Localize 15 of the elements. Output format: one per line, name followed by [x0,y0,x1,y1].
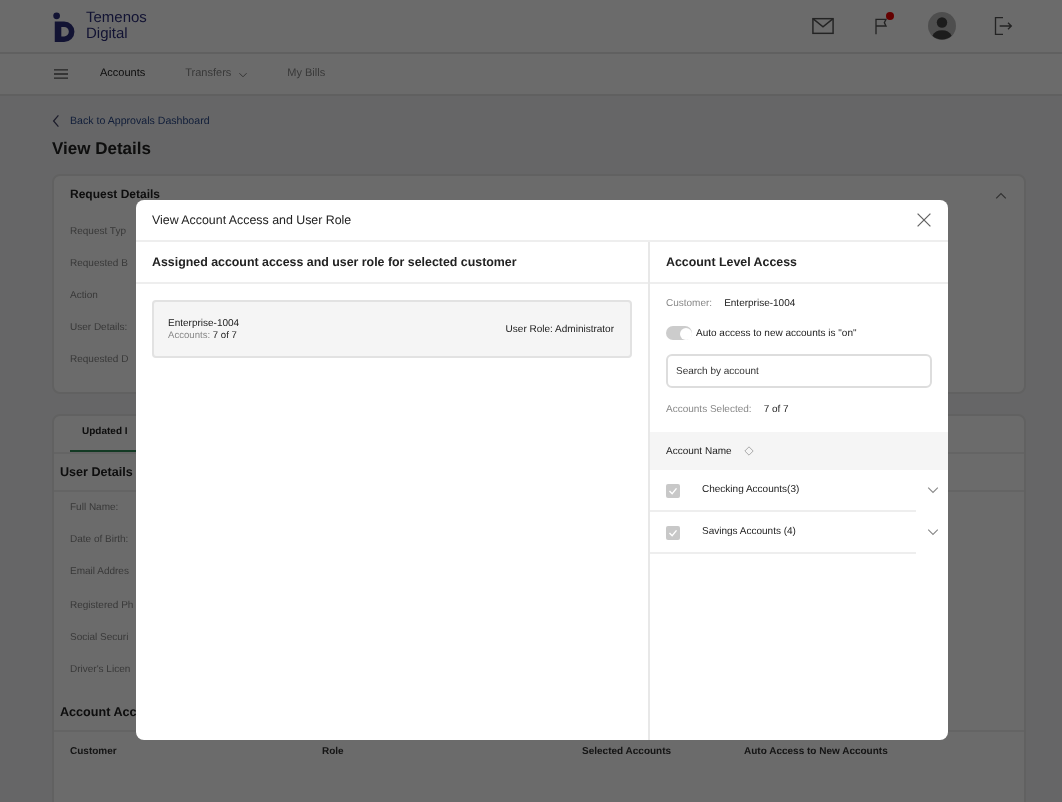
flag-icon[interactable] [870,16,892,36]
close-icon[interactable] [916,212,932,228]
chevron-down-icon[interactable] [926,528,940,536]
page-title: View Details [52,138,153,158]
mail-icon[interactable] [812,16,834,36]
chevron-up-icon[interactable] [994,192,1008,200]
logout-icon[interactable] [992,16,1014,36]
menu-icon[interactable] [54,68,68,80]
logo-icon [52,11,80,41]
sort-icon[interactable] [743,446,754,456]
checkbox[interactable] [666,483,680,497]
toggle-switch[interactable] [666,326,692,340]
chevron-down-icon[interactable] [926,486,940,494]
checkbox[interactable] [666,525,680,539]
avatar-icon[interactable] [928,12,956,40]
